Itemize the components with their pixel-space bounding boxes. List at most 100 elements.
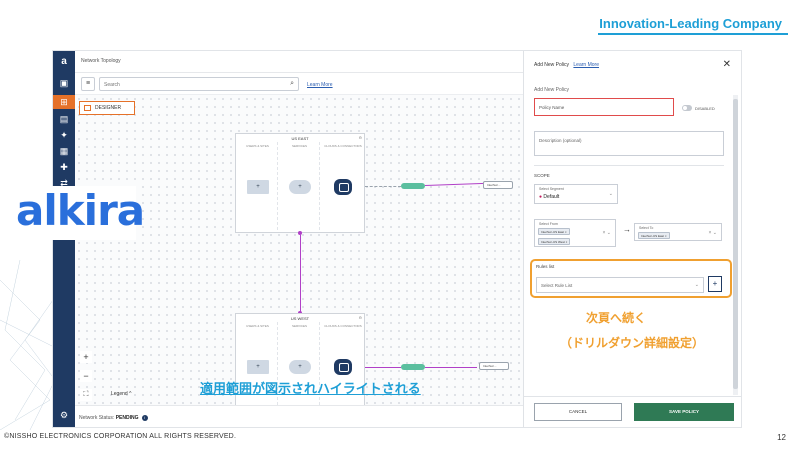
drawer-footer: CANCEL SAVE POLICY bbox=[524, 396, 741, 427]
drawer-scrollbar[interactable] bbox=[733, 95, 738, 395]
column-users-sites: USERS & SITES + bbox=[238, 142, 278, 230]
fit-view-icon[interactable]: ⛶ bbox=[80, 389, 92, 401]
rule-list-placeholder: Select Rule List bbox=[541, 283, 573, 288]
chevron-down-icon: ⌄ bbox=[694, 282, 699, 288]
alkira-app-window: a ▣ ⊞ ▤ ✦ ▦ ✚ ⇄ ⚙ Network Topology ≡ ⌕ L… bbox=[52, 50, 742, 428]
dashboard-icon[interactable]: ▣ bbox=[58, 77, 70, 89]
brand-underline bbox=[598, 33, 788, 35]
column-clouds-connectors: CLOUDS & CONNECTORS bbox=[322, 142, 364, 230]
search-box: ⌕ bbox=[99, 77, 299, 91]
chevron-up-icon: ^ bbox=[129, 391, 132, 397]
tag-label: InterSvc-US West bbox=[541, 240, 565, 244]
alkira-logo-text: alkira bbox=[16, 186, 145, 235]
to-label: Select To bbox=[639, 226, 654, 230]
designer-toggle[interactable]: DESIGNER bbox=[79, 101, 135, 115]
link-dashed bbox=[365, 186, 401, 187]
segment-value-text: Default bbox=[543, 194, 560, 200]
segment-pill[interactable] bbox=[401, 183, 425, 189]
grid-icon[interactable]: ▦ bbox=[58, 145, 70, 157]
designer-icon bbox=[84, 105, 91, 111]
annotation-drilldown-note: （ドリルダウン詳細設定） bbox=[560, 336, 705, 350]
add-site-button[interactable]: + bbox=[247, 360, 269, 374]
search-icon[interactable]: ⌕ bbox=[290, 80, 294, 88]
tag-label: InterSvc-US East bbox=[541, 230, 565, 234]
description-field[interactable]: Description (optional) bbox=[534, 131, 724, 156]
enable-toggle[interactable] bbox=[682, 105, 692, 111]
column-title: CLOUDS & CONNECTORS bbox=[324, 324, 362, 328]
segment-value: ● Default bbox=[539, 194, 559, 200]
segment-pill[interactable] bbox=[401, 364, 425, 370]
learn-more-link[interactable]: Learn More bbox=[307, 82, 333, 88]
zoom-in-button[interactable]: + bbox=[80, 351, 92, 363]
network-mesh-decoration bbox=[0, 260, 60, 430]
add-rule-list-button[interactable]: + bbox=[708, 276, 722, 292]
rules-list-label: Rules list bbox=[536, 264, 555, 269]
topology-icon[interactable]: ⊞ bbox=[58, 96, 70, 108]
tag-label: InterSvc-US East bbox=[641, 234, 665, 238]
status-bar: Network Status: PENDING i bbox=[75, 405, 523, 427]
collapse-icon[interactable]: ⊖ bbox=[359, 315, 362, 320]
region-us-east[interactable]: US EAST ⊖ USERS & SITES + SERVICES + CLO… bbox=[235, 133, 365, 233]
annotation-highlight-note: 適用範囲が図示されハイライトされる bbox=[200, 382, 421, 397]
column-title: USERS & SITES bbox=[246, 324, 269, 328]
app-logo-icon[interactable]: a bbox=[58, 56, 70, 68]
policy-name-field[interactable]: Policy Name bbox=[534, 98, 674, 116]
add-site-button[interactable]: + bbox=[247, 180, 269, 194]
legend-label: Legend bbox=[111, 391, 128, 397]
designer-label: DESIGNER bbox=[95, 105, 122, 111]
region-title: US EAST bbox=[291, 136, 309, 141]
policy-link-highlight bbox=[425, 367, 477, 368]
destination-chip[interactable]: InterSvc... bbox=[483, 181, 513, 189]
connector-node[interactable] bbox=[334, 179, 352, 195]
status-label: Network Status: bbox=[79, 415, 115, 421]
legend-toggle[interactable]: Legend ^ bbox=[111, 391, 131, 397]
select-from[interactable]: Select From InterSvc-US East × InterSvc-… bbox=[534, 219, 616, 247]
brand-tagline: Innovation-Leading Company bbox=[599, 16, 782, 31]
chevron-down-icon: × ⌄ bbox=[602, 230, 612, 236]
drawer-learn-more-link[interactable]: Learn More bbox=[573, 62, 599, 68]
select-to[interactable]: Select To InterSvc-US East × × ⌄ bbox=[634, 223, 722, 241]
save-policy-button[interactable]: SAVE POLICY bbox=[634, 403, 734, 421]
info-icon[interactable]: i bbox=[141, 415, 148, 421]
topology-canvas[interactable]: DESIGNER US EAST ⊖ USERS & SITES + SERVI… bbox=[75, 95, 523, 415]
cancel-button[interactable]: CANCEL bbox=[534, 403, 622, 421]
column-title: SERVICES bbox=[291, 144, 308, 148]
drawer-header: Add New Policy Learn More bbox=[534, 62, 599, 68]
add-policy-drawer: Add New Policy Learn More ✕ Add New Poli… bbox=[523, 51, 741, 427]
from-tag[interactable]: InterSvc-US West × bbox=[538, 238, 571, 245]
region-us-west[interactable]: US WEST ⊖ USERS & SITES + SERVICES + CLO… bbox=[235, 313, 365, 413]
search-row: ≡ ⌕ Learn More bbox=[75, 73, 523, 95]
topbar: Network Topology bbox=[75, 51, 523, 73]
policy-link-highlight bbox=[365, 367, 401, 368]
add-service-button[interactable]: + bbox=[289, 180, 311, 194]
collapse-icon[interactable]: ⊖ bbox=[359, 135, 362, 140]
segment-color-icon: ● bbox=[539, 194, 543, 200]
annotation-continue-note: 次頁へ続く bbox=[586, 311, 647, 325]
from-tag[interactable]: InterSvc-US East × bbox=[538, 228, 570, 235]
connector-node[interactable] bbox=[334, 359, 352, 375]
segment-select[interactable]: Select Segment ● Default ⌄ bbox=[534, 184, 618, 204]
network-icon[interactable]: ✦ bbox=[58, 129, 70, 141]
column-title: SERVICES bbox=[291, 324, 308, 328]
arrow-right-icon: → bbox=[623, 225, 631, 234]
from-label: Select From bbox=[539, 222, 558, 226]
destination-chip[interactable]: InterSvc... bbox=[479, 362, 509, 370]
to-tag[interactable]: InterSvc-US East × bbox=[638, 232, 670, 239]
document-icon[interactable]: ▤ bbox=[58, 113, 70, 125]
divider bbox=[534, 165, 724, 166]
plugin-icon[interactable]: ✚ bbox=[58, 161, 70, 173]
close-icon[interactable]: ✕ bbox=[723, 59, 731, 70]
drawer-title: Add New Policy bbox=[534, 62, 570, 68]
chevron-down-icon: ⌄ bbox=[608, 191, 613, 197]
network-status: Network Status: PENDING i bbox=[79, 415, 148, 421]
zoom-out-button[interactable]: − bbox=[80, 370, 92, 382]
add-service-button[interactable]: + bbox=[289, 360, 311, 374]
search-input[interactable] bbox=[104, 80, 274, 89]
scrollbar-thumb[interactable] bbox=[733, 99, 738, 389]
rule-list-select[interactable]: Select Rule List ⌄ bbox=[536, 277, 704, 293]
filter-button[interactable]: ≡ bbox=[81, 77, 95, 91]
column-title: USERS & SITES bbox=[246, 144, 269, 148]
page-number: 12 bbox=[777, 433, 786, 442]
copyright-footer: ©NISSHO ELECTRONICS CORPORATION ALL RIGH… bbox=[4, 433, 237, 440]
settings-gear-icon[interactable]: ⚙ bbox=[58, 409, 70, 421]
